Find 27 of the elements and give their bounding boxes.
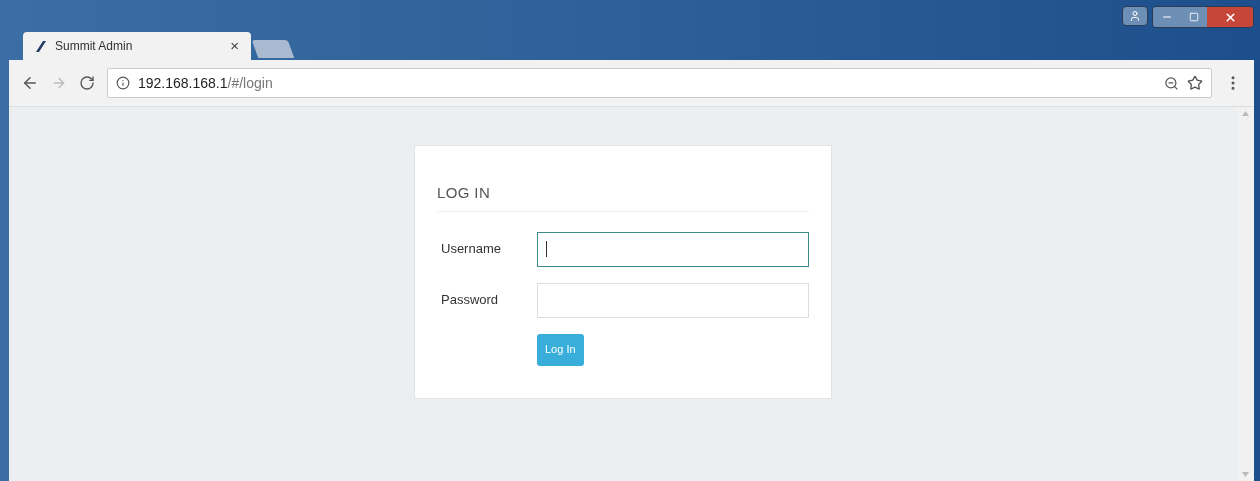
browser-tab[interactable]: Summit Admin ×: [23, 32, 251, 60]
login-title: LOG IN: [437, 182, 809, 212]
info-icon[interactable]: [116, 76, 130, 90]
user-button[interactable]: [1122, 6, 1148, 26]
new-tab-button[interactable]: [251, 40, 295, 58]
zoom-icon[interactable]: [1164, 75, 1179, 91]
tab-close-button[interactable]: ×: [230, 34, 239, 58]
forward-icon[interactable]: [51, 75, 67, 91]
field-label: Password: [440, 291, 500, 310]
minimize-button[interactable]: [1153, 7, 1181, 27]
input-field[interactable]: [536, 231, 809, 267]
maximize-icon: [1189, 12, 1199, 22]
logo-icon: [35, 40, 47, 52]
url-text: 192.168.168.1/#/login: [138, 73, 274, 93]
scroll-down-icon[interactable]: [1242, 472, 1249, 477]
scroll-up-icon[interactable]: [1242, 111, 1249, 116]
user-icon: [1129, 10, 1141, 22]
scrollbar[interactable]: [1237, 107, 1254, 481]
tab-title: Summit Admin: [55, 38, 134, 55]
bookmark-star-icon[interactable]: [1187, 75, 1203, 91]
close-button[interactable]: [1207, 7, 1253, 27]
address-field[interactable]: 192.168.168.1/#/login: [107, 68, 1212, 98]
back-icon[interactable]: [21, 74, 39, 92]
field-label: Username: [440, 240, 502, 259]
close-icon: [1223, 10, 1237, 24]
reload-icon[interactable]: [79, 75, 95, 91]
maximize-button[interactable]: [1181, 7, 1207, 27]
